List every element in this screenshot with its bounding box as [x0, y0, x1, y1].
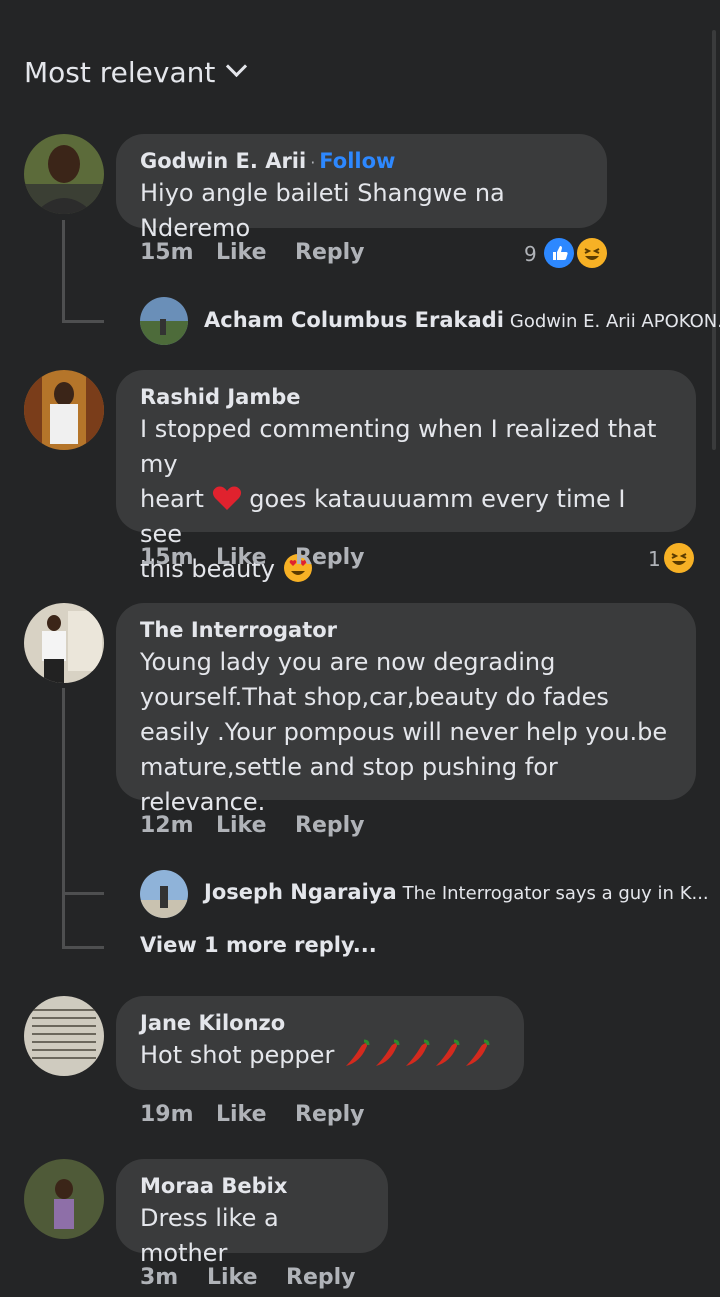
- reply-button[interactable]: Reply: [295, 813, 365, 838]
- haha-reaction-icon[interactable]: [664, 543, 694, 573]
- comment-actions: 19m Like Reply: [140, 1102, 700, 1132]
- thread-line: [62, 220, 65, 322]
- comment-time[interactable]: 19m: [140, 1102, 194, 1127]
- sort-dropdown[interactable]: Most relevant: [24, 55, 248, 89]
- comment-text: Dress like a mother: [140, 1204, 279, 1267]
- view-more-replies-link[interactable]: View 1 more reply...: [140, 933, 377, 957]
- avatar[interactable]: [24, 370, 104, 450]
- comment-actions: 15m Like Reply: [140, 545, 700, 575]
- reply-snippet: The Interrogator says a guy in K...: [402, 883, 709, 904]
- thread-line: [62, 688, 65, 948]
- scrollbar[interactable]: [712, 30, 716, 450]
- comment-actions: 12m Like Reply: [140, 813, 700, 843]
- haha-reaction-icon[interactable]: [577, 238, 607, 268]
- comment-bubble: Jane Kilonzo Hot shot pepper: [116, 996, 524, 1090]
- heart-emoji: [212, 486, 241, 510]
- comment-bubble: Godwin E. Arii · Follow Hiyo angle baileti…: [116, 134, 607, 242]
- comment-bubble: Rashid Jambe I stopped commenting when I…: [116, 370, 696, 583]
- thread-line: [62, 946, 104, 949]
- reply-snippet: Godwin E. Arii APOKON...: [509, 311, 720, 332]
- reply-button[interactable]: Reply: [295, 1102, 365, 1127]
- reply-button[interactable]: Reply: [295, 240, 365, 265]
- comment-author[interactable]: Rashid Jambe: [140, 382, 672, 412]
- comment-author[interactable]: Jane Kilonzo: [140, 1008, 500, 1038]
- comment-text: Hiyo angle baileti Shangwe na Nderemo: [140, 179, 505, 242]
- comment-author[interactable]: Moraa Bebix: [140, 1171, 364, 1201]
- reply-author[interactable]: Acham Columbus Erakadi: [204, 308, 504, 332]
- reply-preview[interactable]: Joseph Ngaraiya The Interrogator says a g…: [204, 880, 709, 904]
- chili-pepper-emoji: [342, 1039, 492, 1069]
- reply-author[interactable]: Joseph Ngaraiya: [204, 880, 397, 904]
- avatar[interactable]: [140, 870, 188, 918]
- like-button[interactable]: Like: [207, 1265, 258, 1290]
- sort-label: Most relevant: [24, 56, 216, 89]
- comment-actions: 3m Like Reply: [140, 1265, 700, 1295]
- comment-bubble: The Interrogator Young lady you are now …: [116, 603, 696, 816]
- comment-time[interactable]: 12m: [140, 813, 194, 838]
- comment-text: Young lady you are now degrading yoursel…: [140, 648, 668, 816]
- reply-button[interactable]: Reply: [286, 1265, 356, 1290]
- comment-author[interactable]: The Interrogator: [140, 615, 672, 645]
- like-button[interactable]: Like: [216, 1102, 267, 1127]
- like-button[interactable]: Like: [216, 813, 267, 838]
- like-button[interactable]: Like: [216, 240, 267, 265]
- avatar[interactable]: [24, 134, 104, 214]
- comment-time[interactable]: 15m: [140, 545, 194, 570]
- separator-dot: ·: [310, 153, 316, 172]
- comment-author[interactable]: Godwin E. Arii: [140, 149, 306, 173]
- thread-line: [62, 892, 104, 895]
- comment-bubble: Moraa Bebix Dress like a mother: [116, 1159, 388, 1267]
- comment-time[interactable]: 3m: [140, 1265, 178, 1290]
- comment-time[interactable]: 15m: [140, 240, 194, 265]
- reaction-count[interactable]: 1: [648, 547, 661, 571]
- avatar[interactable]: [24, 996, 104, 1076]
- avatar[interactable]: [140, 297, 188, 345]
- like-reaction-icon[interactable]: [544, 238, 574, 268]
- avatar[interactable]: [24, 603, 104, 683]
- reply-preview[interactable]: Acham Columbus Erakadi Godwin E. Arii APO…: [204, 308, 720, 332]
- reply-button[interactable]: Reply: [295, 545, 365, 570]
- reaction-count[interactable]: 9: [524, 242, 537, 266]
- chevron-down-icon: [226, 55, 248, 78]
- comment-text: Hot shot pepper: [140, 1038, 500, 1073]
- avatar[interactable]: [24, 1159, 104, 1239]
- like-button[interactable]: Like: [216, 545, 267, 570]
- thread-line: [62, 320, 104, 323]
- comment-actions: 15m Like Reply: [140, 240, 700, 270]
- follow-button[interactable]: Follow: [319, 149, 395, 173]
